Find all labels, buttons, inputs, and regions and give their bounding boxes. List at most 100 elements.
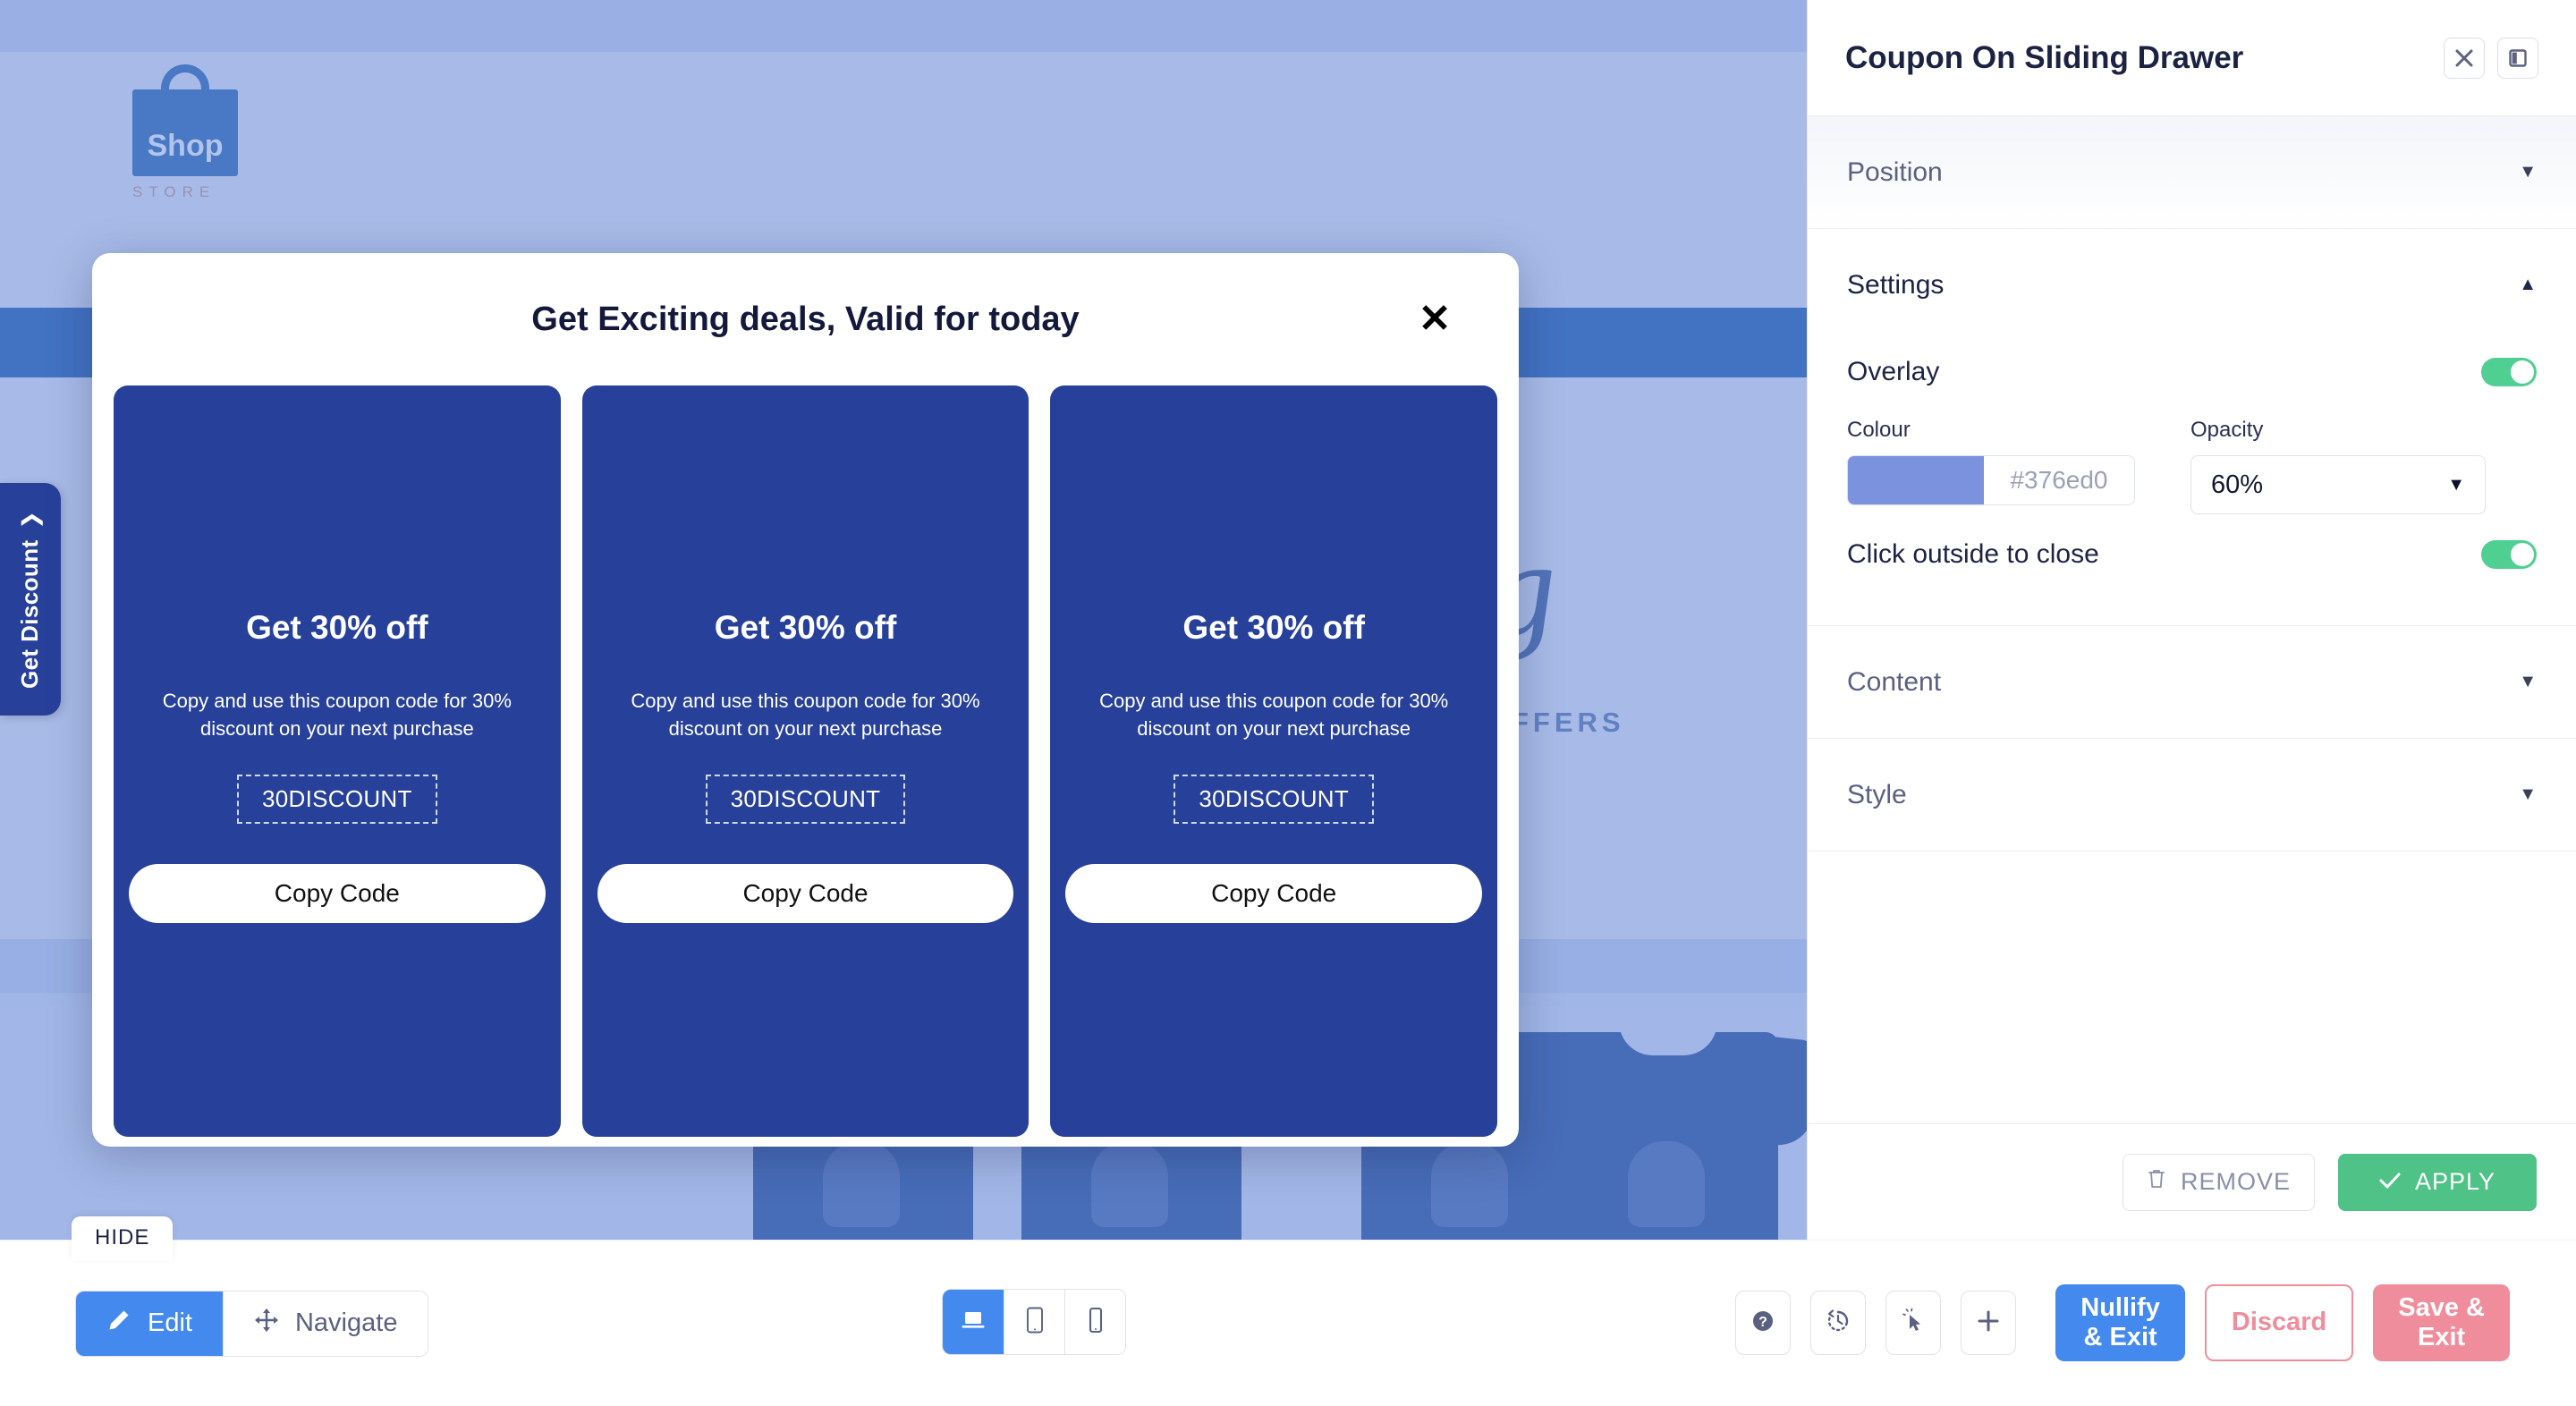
pointer-button[interactable] [1885,1291,1942,1355]
coupon-modal: Get Exciting deals, Valid for today ✕ Ge… [92,253,1519,1147]
overlay-label: Overlay [1847,357,1940,386]
tablet-view-button[interactable] [1004,1290,1064,1354]
settings-panel-footer: REMOVE APPLY [1808,1123,2576,1240]
website-preview-canvas[interactable]: Shop STORE ing FFERS Get Discount❯ [0,0,1807,1240]
section-settings-body: Overlay Colour #376ed0 Opacity 60% ▼ Cli… [1808,341,2576,625]
opacity-value: 60% [2211,470,2264,499]
shop-logo: Shop STORE [132,64,238,200]
pencil-icon [106,1308,131,1340]
save-and-exit-button[interactable]: Save & Exit [2373,1284,2510,1361]
colour-field: Colour #376ed0 [1847,418,2135,514]
click-outside-label: Click outside to close [1847,539,2099,569]
colour-swatch[interactable] [1848,456,1984,504]
site-top-strip [0,0,1807,52]
plus-icon [1975,1308,2002,1339]
coupon-modal-header: Get Exciting deals, Valid for today ✕ [92,253,1519,385]
apply-button-label: APPLY [2414,1168,2496,1195]
mode-switcher: Edit Navigate [75,1290,429,1357]
chevron-down-icon: ▼ [2519,162,2537,182]
click-outside-row: Click outside to close [1847,523,2537,586]
section-style: Style ▼ [1808,739,2576,851]
shop-logo-word: Shop [147,129,224,163]
check-icon [2379,1168,2401,1196]
copy-code-button[interactable]: Copy Code [129,864,546,924]
laptop-icon [960,1309,987,1336]
coupon-code[interactable]: 30DISCOUNT [705,775,906,825]
colour-hex-value[interactable]: #376ed0 [1984,456,2134,504]
navigate-mode-label: Navigate [294,1309,398,1337]
trash-icon [2147,1168,2166,1196]
section-content-label: Content [1847,666,1942,697]
edit-mode-label: Edit [148,1309,192,1337]
overlay-toggle[interactable] [2481,358,2537,386]
navigate-mode-button[interactable]: Navigate [222,1291,428,1356]
panel-spacer [1808,851,2576,1123]
get-discount-tab[interactable]: Get Discount ❯ [0,483,61,716]
section-settings: Settings ▲ Overlay Colour #376ed0 Opacit… [1808,229,2576,626]
section-style-header[interactable]: Style ▼ [1808,739,2576,851]
mode-segmented-control: Edit Navigate [75,1290,429,1357]
pointer-click-icon [1900,1308,1927,1339]
section-position-label: Position [1847,157,1943,187]
section-position-header[interactable]: Position ▼ [1808,116,2576,228]
coupon-card: Get 30% off Copy and use this coupon cod… [581,385,1030,1137]
section-settings-label: Settings [1847,269,1945,300]
opacity-label: Opacity [2190,418,2264,442]
section-position: Position ▼ [1808,116,2576,229]
move-arrows-icon [254,1308,279,1340]
help-icon: ? [1750,1308,1776,1339]
hide-chip-button[interactable]: HIDE [72,1216,174,1261]
colour-label: Colour [1847,418,1911,442]
remove-button-label: REMOVE [2180,1168,2292,1195]
toggle-sidebar-button[interactable] [2497,37,2538,79]
coupon-modal-title: Get Exciting deals, Valid for today [531,300,1080,338]
coupon-code[interactable]: 30DISCOUNT [236,775,437,825]
close-panel-button[interactable] [2444,37,2485,79]
close-icon[interactable]: ✕ [1415,300,1454,339]
device-segmented-control [942,1289,1126,1355]
coupon-card-list: Get 30% off Copy and use this coupon cod… [92,385,1519,1137]
section-style-label: Style [1847,779,1907,809]
app-root: Shop STORE ing FFERS Get Discount❯ [0,0,2576,1406]
opacity-field: Opacity 60% ▼ [2190,418,2486,514]
coupon-card: Get 30% off Copy and use this coupon cod… [1050,385,1498,1137]
apply-button[interactable]: APPLY [2338,1153,2537,1211]
settings-panel-header: Coupon On Sliding Drawer [1808,0,2576,116]
chevron-right-icon: ❯ [19,510,44,529]
copy-code-button[interactable]: Copy Code [597,864,1014,924]
shop-logo-subtitle: STORE [132,183,216,200]
desktop-view-button[interactable] [943,1290,1004,1354]
get-discount-label-text: Get Discount [16,538,44,689]
copy-code-button[interactable]: Copy Code [1065,864,1483,924]
section-content: Content ▼ [1808,626,2576,739]
get-discount-tab-label: Get Discount ❯ [17,510,45,688]
bottom-toolbar: Edit Navigate ? Nullify & Exit Discard S… [0,1240,2576,1406]
svg-text:?: ? [1758,1315,1767,1330]
mobile-icon [1087,1307,1105,1338]
section-content-header[interactable]: Content ▼ [1808,626,2576,738]
history-icon [1825,1308,1852,1339]
coupon-title: Get 30% off [714,609,897,646]
toggle-knob [2511,543,2534,566]
click-outside-toggle[interactable] [2481,540,2537,569]
history-button[interactable] [1810,1291,1867,1355]
colour-input[interactable]: #376ed0 [1847,455,2135,505]
background-offers-text: FFERS [1512,707,1625,738]
coupon-code[interactable]: 30DISCOUNT [1174,775,1375,825]
close-icon [2454,48,2474,68]
opacity-select[interactable]: 60% ▼ [2190,455,2486,514]
mobile-view-button[interactable] [1064,1290,1125,1354]
coupon-card: Get 30% off Copy and use this coupon cod… [114,385,561,1137]
overlay-row: Overlay [1847,341,2537,403]
section-settings-header[interactable]: Settings ▲ [1808,229,2576,341]
chevron-down-icon: ▼ [2447,474,2465,495]
edit-mode-button[interactable]: Edit [76,1291,223,1356]
remove-button[interactable]: REMOVE [2123,1153,2315,1211]
chevron-down-icon: ▼ [2519,784,2537,804]
discard-button[interactable]: Discard [2204,1284,2354,1361]
help-button[interactable]: ? [1735,1291,1792,1355]
nullify-and-exit-button[interactable]: Nullify & Exit [2055,1284,2185,1361]
add-element-button[interactable] [1961,1291,2017,1355]
device-switcher [942,1289,1126,1355]
tablet-icon [1025,1307,1045,1338]
